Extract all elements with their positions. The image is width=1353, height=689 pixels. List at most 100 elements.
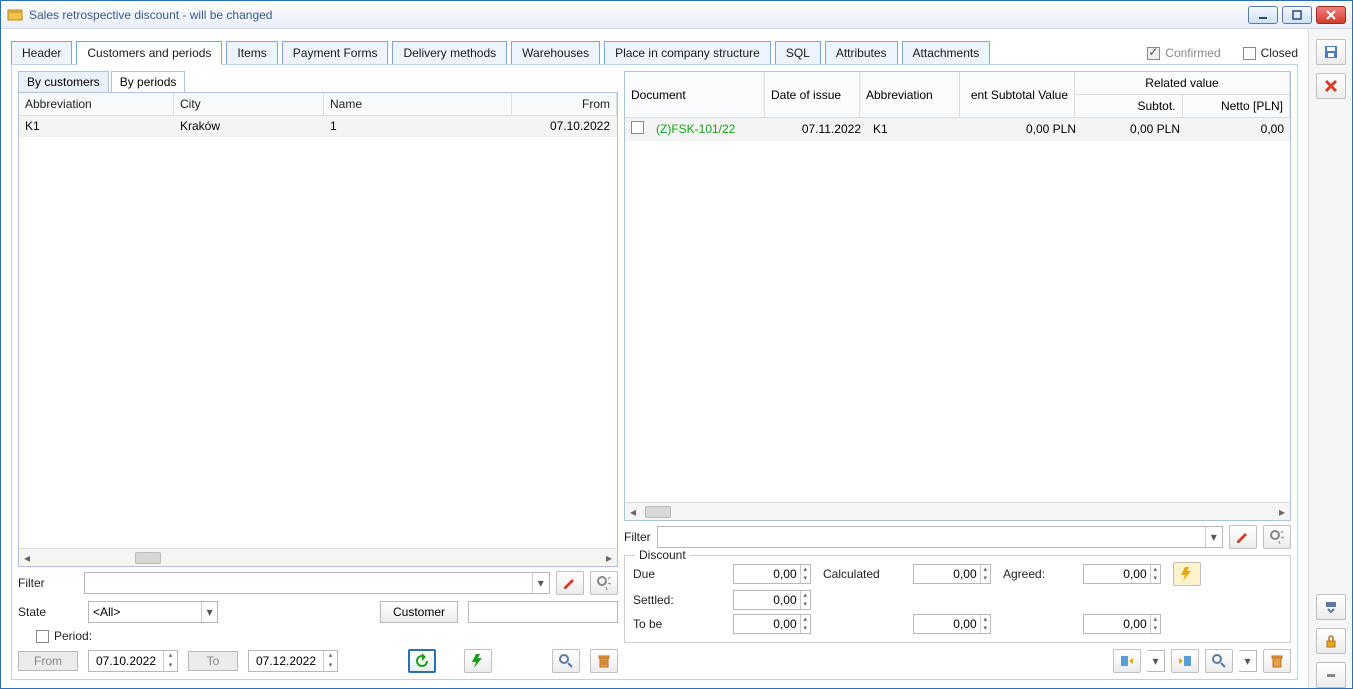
delete-button-right[interactable] [1263,649,1291,673]
col-subtotal-value[interactable]: ent Subtotal Value [960,72,1075,118]
subtab-by-periods[interactable]: By periods [111,71,186,93]
to-button[interactable]: To [188,651,238,671]
export-dropdown[interactable]: ▾ [1147,650,1165,672]
row-checkbox[interactable] [631,121,644,134]
tab-sql[interactable]: SQL [775,41,821,65]
tab-customers-periods[interactable]: Customers and periods [76,41,222,65]
cancel-button[interactable] [1316,73,1346,99]
filter-edit-button-right[interactable] [1229,525,1257,549]
spin-up-icon[interactable]: ▴ [164,651,177,661]
state-input[interactable] [89,602,201,622]
to-date-input[interactable] [249,654,323,668]
subtab-by-customers[interactable]: By customers [18,71,109,93]
spin-down-icon[interactable]: ▾ [324,661,337,671]
spin-down-icon[interactable]: ▾ [164,661,177,671]
closed-label: Closed [1261,46,1298,60]
closed-checkbox[interactable]: Closed [1243,46,1298,60]
chevron-down-icon[interactable]: ▾ [532,573,549,593]
spin-up-icon[interactable]: ▴ [324,651,337,661]
scroll-left-icon[interactable]: ◂ [625,505,641,519]
tobe-label: To be [633,617,723,631]
refresh-button[interactable] [408,649,436,673]
confirmed-checkbox: Confirmed [1147,46,1220,60]
tab-delivery-methods[interactable]: Delivery methods [392,41,507,65]
minimize-button[interactable] [1248,6,1278,24]
table-row[interactable]: (Z)FSK-101/22 07.11.2022 K1 0,00 PLN 0,0… [625,118,1290,141]
filter-edit-button[interactable] [556,571,584,595]
state-combo[interactable]: ▾ [88,601,218,623]
maximize-button[interactable] [1282,6,1312,24]
search-button[interactable] [552,649,580,673]
checkbox-icon[interactable] [36,630,49,643]
col-subtot[interactable]: Subtot. [1075,95,1183,118]
to-date[interactable]: ▴▾ [248,650,338,672]
lightning-button[interactable] [464,649,492,673]
scroll-right-icon[interactable]: ▸ [601,551,617,565]
settled-field[interactable]: ▴▾ [733,590,811,610]
documents-grid[interactable]: Document Date of issue Abbreviation ent … [624,71,1291,521]
tab-attachments[interactable]: Attachments [902,41,991,65]
filter-input[interactable] [85,573,532,593]
cell-subtot: 0,00 PLN [1082,119,1186,139]
tab-attributes[interactable]: Attributes [825,41,898,65]
checkbox-icon[interactable] [1243,47,1256,60]
due-field[interactable]: ▴▾ [733,564,811,584]
doc-link[interactable]: (Z)FSK-101/22 [650,119,772,139]
col-date[interactable]: Date of issue [765,72,860,118]
from-button[interactable]: From [18,651,78,671]
tobe-field-2[interactable]: ▴▾ [913,614,991,634]
tab-payment-forms[interactable]: Payment Forms [282,41,389,65]
tab-items[interactable]: Items [226,41,277,65]
lightning-icon[interactable] [1173,562,1201,586]
col-group-related[interactable]: Related value [1075,72,1290,95]
col-from[interactable]: From [512,93,617,115]
tobe-field-1[interactable]: ▴▾ [733,614,811,634]
tobe-field-3[interactable]: ▴▾ [1083,614,1161,634]
lock-button[interactable] [1316,628,1346,654]
search-button-right[interactable] [1205,649,1233,673]
customer-button[interactable]: Customer [380,601,458,623]
close-button[interactable] [1316,6,1346,24]
due-label: Due [633,567,723,581]
export-left-button[interactable] [1113,649,1141,673]
scroll-right-icon[interactable]: ▸ [1274,505,1290,519]
save-button[interactable] [1316,39,1346,65]
col-abbreviation[interactable]: Abbreviation [19,93,174,115]
agreed-field[interactable]: ▴▾ [1083,564,1161,584]
col-netto[interactable]: Netto [PLN] [1183,95,1291,118]
scroll-thumb[interactable] [645,506,671,518]
customers-grid[interactable]: Abbreviation City Name From K1 Kraków 1 … [18,92,618,567]
col-name[interactable]: Name [324,93,512,115]
app-icon [7,7,23,23]
cell-subtotal: 0,00 PLN [967,119,1082,139]
calculated-field[interactable]: ▴▾ [913,564,991,584]
scroll-thumb[interactable] [135,552,161,564]
filter-combo[interactable]: ▾ [84,572,550,594]
from-date[interactable]: ▴▾ [88,650,178,672]
filter-input-right[interactable] [658,527,1205,547]
customer-input[interactable] [468,601,618,623]
filter-settings-button-right[interactable] [1263,525,1291,549]
tab-header[interactable]: Header [11,41,72,65]
from-date-input[interactable] [89,654,163,668]
grid-hscroll[interactable]: ◂ ▸ [19,548,617,566]
col-document[interactable]: Document [625,72,765,118]
chevron-down-icon[interactable]: ▾ [201,602,217,622]
period-checkbox[interactable]: Period: [36,629,92,643]
filter-combo-right[interactable]: ▾ [657,526,1223,548]
filter-settings-button[interactable] [590,571,618,595]
tab-company-structure[interactable]: Place in company structure [604,41,771,65]
grid-hscroll-right[interactable]: ◂ ▸ [625,502,1290,520]
search-dropdown[interactable]: ▾ [1239,650,1257,672]
expand-down-button[interactable] [1316,594,1346,620]
scroll-left-icon[interactable]: ◂ [19,551,35,565]
col-city[interactable]: City [174,93,324,115]
filter-label-right: Filter [624,530,651,544]
col-abbr[interactable]: Abbreviation [860,72,960,118]
delete-button[interactable] [590,649,618,673]
chevron-down-icon[interactable]: ▾ [1205,527,1222,547]
collapse-button[interactable] [1316,662,1346,688]
export-right-button[interactable] [1171,649,1199,673]
tab-warehouses[interactable]: Warehouses [511,41,600,65]
table-row[interactable]: K1 Kraków 1 07.10.2022 [19,116,617,137]
